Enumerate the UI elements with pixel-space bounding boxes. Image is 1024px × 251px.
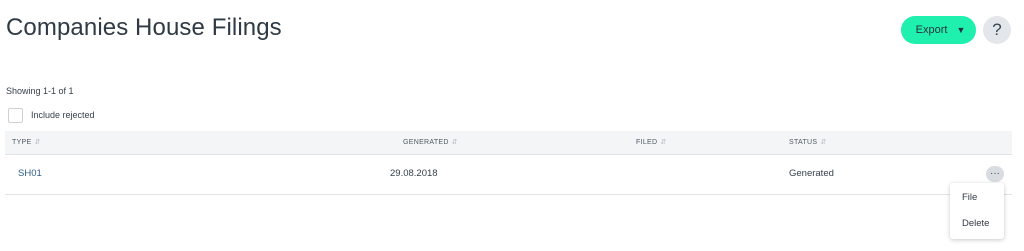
help-button[interactable]: ? (983, 16, 1011, 44)
pagination-summary: Showing 1-1 of 1 (6, 86, 74, 96)
column-header-generated[interactable]: GENERATED ⇵ (403, 138, 458, 146)
more-dots-icon: ··· (990, 168, 1000, 179)
menu-item-file[interactable]: File (962, 192, 977, 203)
column-header-label: TYPE (12, 139, 32, 146)
column-header-label: GENERATED (403, 139, 449, 146)
table-row: SH01 29.08.2018 Generated (5, 155, 1012, 195)
sort-arrows-icon: ⇵ (451, 139, 458, 146)
sort-arrows-icon: ⇵ (34, 139, 41, 146)
column-header-status[interactable]: STATUS ⇵ (789, 138, 827, 146)
status-text: Generated (789, 168, 834, 179)
column-header-filed[interactable]: FILED ⇵ (636, 138, 667, 146)
column-header-label: STATUS (789, 139, 818, 146)
row-actions-menu: File Delete (950, 183, 1004, 239)
include-rejected-label: Include rejected (31, 110, 95, 120)
column-header-label: FILED (636, 139, 658, 146)
table-header: TYPE ⇵ GENERATED ⇵ FILED ⇵ STATUS ⇵ (5, 131, 1012, 155)
page-title: Companies House Filings (6, 14, 282, 41)
column-header-type[interactable]: TYPE ⇵ (12, 138, 41, 146)
export-button-label: Export (915, 24, 948, 36)
caret-down-icon: ▼ (956, 24, 966, 35)
filing-type-link[interactable]: SH01 (18, 168, 42, 179)
row-actions-button[interactable]: ··· (986, 166, 1004, 182)
export-button[interactable]: Export ▼ (901, 16, 976, 44)
sort-arrows-icon: ⇵ (820, 139, 827, 146)
menu-item-delete[interactable]: Delete (962, 218, 989, 229)
sort-arrows-icon: ⇵ (660, 139, 667, 146)
generated-date: 29.08.2018 (390, 168, 438, 179)
include-rejected-checkbox[interactable] (8, 108, 23, 123)
